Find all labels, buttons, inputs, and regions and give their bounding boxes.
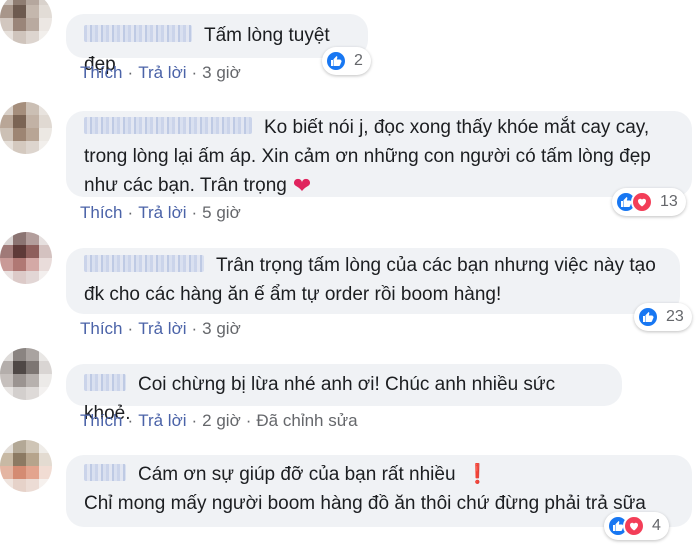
reply-link[interactable]: Trả lời xyxy=(138,203,186,222)
comment-actions: Thích · Trả lời · 5 giờ xyxy=(80,203,241,223)
reaction-summary[interactable]: 23 xyxy=(634,303,692,331)
commenter-name-redacted[interactable] xyxy=(84,374,126,391)
avatar[interactable] xyxy=(0,440,52,492)
thumbs-up-icon xyxy=(637,306,659,328)
reaction-summary[interactable]: 13 xyxy=(612,188,686,216)
avatar[interactable] xyxy=(0,232,52,284)
comment-text-line: như các bạn. Trân trọng xyxy=(84,175,287,196)
heart-emoji: ❤ xyxy=(292,173,312,198)
timestamp[interactable]: 3 giờ xyxy=(202,319,241,338)
like-link[interactable]: Thích xyxy=(80,319,123,338)
comment-bubble: Trân trọng tấm lòng của các bạn nhưng vi… xyxy=(66,248,680,314)
separator: · xyxy=(245,411,252,430)
separator: · xyxy=(191,63,198,82)
reaction-count: 2 xyxy=(354,52,363,69)
comment-text-line: trong lòng lại ấm áp. Xin cảm ơn những c… xyxy=(84,146,651,167)
separator: · xyxy=(127,203,134,222)
comment-actions: Thích · Trả lời · 3 giờ xyxy=(80,319,241,339)
comment-actions: Thích · Trả lời · 3 giờ xyxy=(80,63,241,83)
reply-link[interactable]: Trả lời xyxy=(138,319,186,338)
heart-icon xyxy=(623,515,645,537)
commenter-name-redacted[interactable] xyxy=(84,25,192,42)
like-link[interactable]: Thích xyxy=(80,411,123,430)
edited-label[interactable]: Đã chỉnh sửa xyxy=(256,411,357,430)
comment-actions: Thích · Trả lời · 2 giờ · Đã chỉnh sửa xyxy=(80,411,358,431)
separator: · xyxy=(127,319,134,338)
like-link[interactable]: Thích xyxy=(80,63,123,82)
comment-bubble: Ko biết nói j, đọc xong thấy khóe mắt ca… xyxy=(66,111,692,198)
reply-link[interactable]: Trả lời xyxy=(138,411,186,430)
separator: · xyxy=(127,63,134,82)
timestamp[interactable]: 3 giờ xyxy=(202,63,241,82)
separator: · xyxy=(191,319,198,338)
comment-text-line: Trân trọng tấm lòng của các bạn nhưng vi… xyxy=(216,255,656,276)
comment-bubble: Tấm lòng tuyệt đẹp xyxy=(66,14,368,75)
exclamation-emoji: ❗ xyxy=(465,464,490,485)
avatar[interactable] xyxy=(0,348,52,400)
like-link[interactable]: Thích xyxy=(80,203,123,222)
comment-text-line: đk cho các hàng ăn ế ẩm tự order rồi boo… xyxy=(84,284,502,305)
separator: · xyxy=(191,203,198,222)
timestamp[interactable]: 5 giờ xyxy=(202,203,241,222)
reaction-count: 4 xyxy=(652,517,661,534)
comment-text-line: Chỉ mong mấy người boom hàng đồ ăn thôi … xyxy=(84,493,646,514)
heart-icon xyxy=(631,191,653,213)
commenter-name-redacted[interactable] xyxy=(84,464,126,481)
comment-bubble: Coi chừng bị lừa nhé anh ơi! Chúc anh nh… xyxy=(66,364,622,424)
reply-link[interactable]: Trả lời xyxy=(138,63,186,82)
timestamp[interactable]: 2 giờ xyxy=(202,411,241,430)
reaction-summary[interactable]: 2 xyxy=(322,47,371,75)
comment-text-line: Cám ơn sự giúp đỡ của bạn rất nhiều xyxy=(138,464,456,485)
reaction-count: 13 xyxy=(660,193,678,210)
reaction-count: 23 xyxy=(666,308,684,325)
commenter-name-redacted[interactable] xyxy=(84,117,252,134)
avatar[interactable] xyxy=(0,0,52,44)
separator: · xyxy=(191,411,198,430)
thumbs-up-icon xyxy=(325,50,347,72)
reaction-summary[interactable]: 4 xyxy=(604,512,669,540)
avatar[interactable] xyxy=(0,102,52,154)
commenter-name-redacted[interactable] xyxy=(84,255,204,272)
comment-text-line: Ko biết nói j, đọc xong thấy khóe mắt ca… xyxy=(264,117,650,138)
separator: · xyxy=(127,411,134,430)
comment-bubble: Cám ơn sự giúp đỡ của bạn rất nhiều ❗ Chỉ… xyxy=(66,455,692,527)
